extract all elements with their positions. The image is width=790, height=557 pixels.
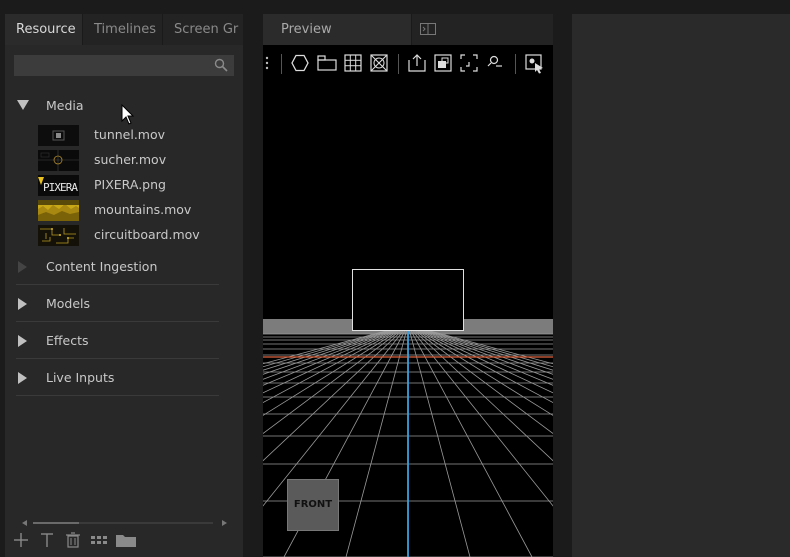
trash-icon[interactable] bbox=[66, 532, 80, 548]
grid-icon[interactable] bbox=[344, 54, 362, 72]
group-divider bbox=[16, 284, 219, 285]
window-icon[interactable] bbox=[317, 54, 337, 72]
tunnel-thumb bbox=[38, 125, 79, 146]
group-divider bbox=[16, 321, 219, 322]
triangle-right-icon bbox=[18, 372, 27, 384]
screen-icon[interactable] bbox=[434, 54, 452, 72]
media-item-name: circuitboard.mov bbox=[94, 227, 200, 242]
media-item-name: mountains.mov bbox=[94, 202, 192, 217]
circuitboard-thumb bbox=[38, 225, 79, 246]
search-input[interactable] bbox=[14, 55, 234, 76]
group-divider bbox=[16, 395, 219, 396]
select-icon[interactable] bbox=[525, 54, 545, 74]
tab-screen-groups[interactable]: Screen Gr bbox=[163, 14, 243, 45]
media-item-pixera[interactable]: PIXERA PIXERA.png bbox=[38, 175, 228, 196]
tab-resource[interactable]: Resource bbox=[5, 14, 83, 45]
scroll-thumb bbox=[33, 522, 79, 524]
svg-text:PIXERA: PIXERA bbox=[43, 181, 78, 194]
scroll-right-icon bbox=[222, 520, 227, 526]
triangle-right-icon bbox=[18, 298, 27, 310]
horizontal-scrollbar[interactable] bbox=[22, 513, 227, 526]
resource-tabbar: Resource Timelines Screen Gr bbox=[5, 14, 243, 45]
preview-tabbar: Preview bbox=[263, 14, 553, 45]
media-group-label: Media bbox=[46, 98, 84, 113]
media-item-name: PIXERA.png bbox=[94, 177, 166, 192]
right-empty-panel bbox=[572, 14, 790, 557]
mouse-cursor-icon bbox=[121, 104, 135, 125]
preview-panel: Preview FRONT bbox=[263, 14, 553, 557]
resource-panel: Resource Timelines Screen Gr Media tunne… bbox=[5, 14, 243, 557]
box-x-icon[interactable] bbox=[370, 54, 388, 72]
pixera-thumb: PIXERA bbox=[38, 175, 79, 196]
export-icon[interactable] bbox=[408, 54, 426, 72]
tab-timelines[interactable]: Timelines bbox=[83, 14, 163, 45]
media-item-sucher[interactable]: sucher.mov bbox=[38, 150, 228, 171]
detach-panel-icon[interactable] bbox=[420, 23, 436, 35]
folder-icon[interactable] bbox=[115, 532, 137, 548]
3d-viewport[interactable]: FRONT bbox=[263, 81, 553, 557]
grid-view-icon[interactable] bbox=[90, 532, 108, 548]
group-divider bbox=[16, 358, 219, 359]
tab-preview[interactable]: Preview bbox=[263, 14, 412, 45]
toolbar-divider bbox=[398, 54, 399, 74]
toolbar-divider bbox=[515, 54, 516, 74]
frame-icon[interactable] bbox=[460, 54, 478, 72]
toolbar-divider bbox=[281, 54, 282, 74]
triangle-down-icon bbox=[17, 100, 29, 110]
zoom-icon[interactable] bbox=[487, 54, 503, 72]
group-label: Models bbox=[46, 296, 91, 311]
hexagon-icon[interactable] bbox=[291, 54, 309, 72]
media-item-name: sucher.mov bbox=[94, 152, 167, 167]
preview-toolbar bbox=[263, 45, 553, 81]
scroll-left-icon bbox=[22, 520, 27, 526]
app-window: Resource Timelines Screen Gr Media tunne… bbox=[0, 0, 790, 557]
resource-bottom-toolbar bbox=[5, 532, 243, 557]
add-icon[interactable] bbox=[13, 532, 29, 548]
text-icon[interactable] bbox=[40, 532, 54, 548]
group-label: Live Inputs bbox=[46, 370, 115, 385]
sucher-thumb bbox=[38, 150, 79, 171]
group-label: Effects bbox=[46, 333, 89, 348]
triangle-right-icon bbox=[18, 261, 27, 273]
media-item-mountains[interactable]: mountains.mov bbox=[38, 200, 228, 221]
mountains-thumb bbox=[38, 200, 79, 221]
view-cube-front[interactable]: FRONT bbox=[287, 479, 339, 531]
more-icon[interactable] bbox=[265, 54, 269, 72]
screen-object bbox=[352, 269, 464, 331]
search-icon bbox=[214, 58, 228, 72]
triangle-right-icon bbox=[18, 335, 27, 347]
media-item-circuitboard[interactable]: circuitboard.mov bbox=[38, 225, 228, 246]
group-label: Content Ingestion bbox=[46, 259, 158, 274]
media-item-name: tunnel.mov bbox=[94, 127, 166, 142]
media-item-tunnel[interactable]: tunnel.mov bbox=[38, 125, 228, 146]
